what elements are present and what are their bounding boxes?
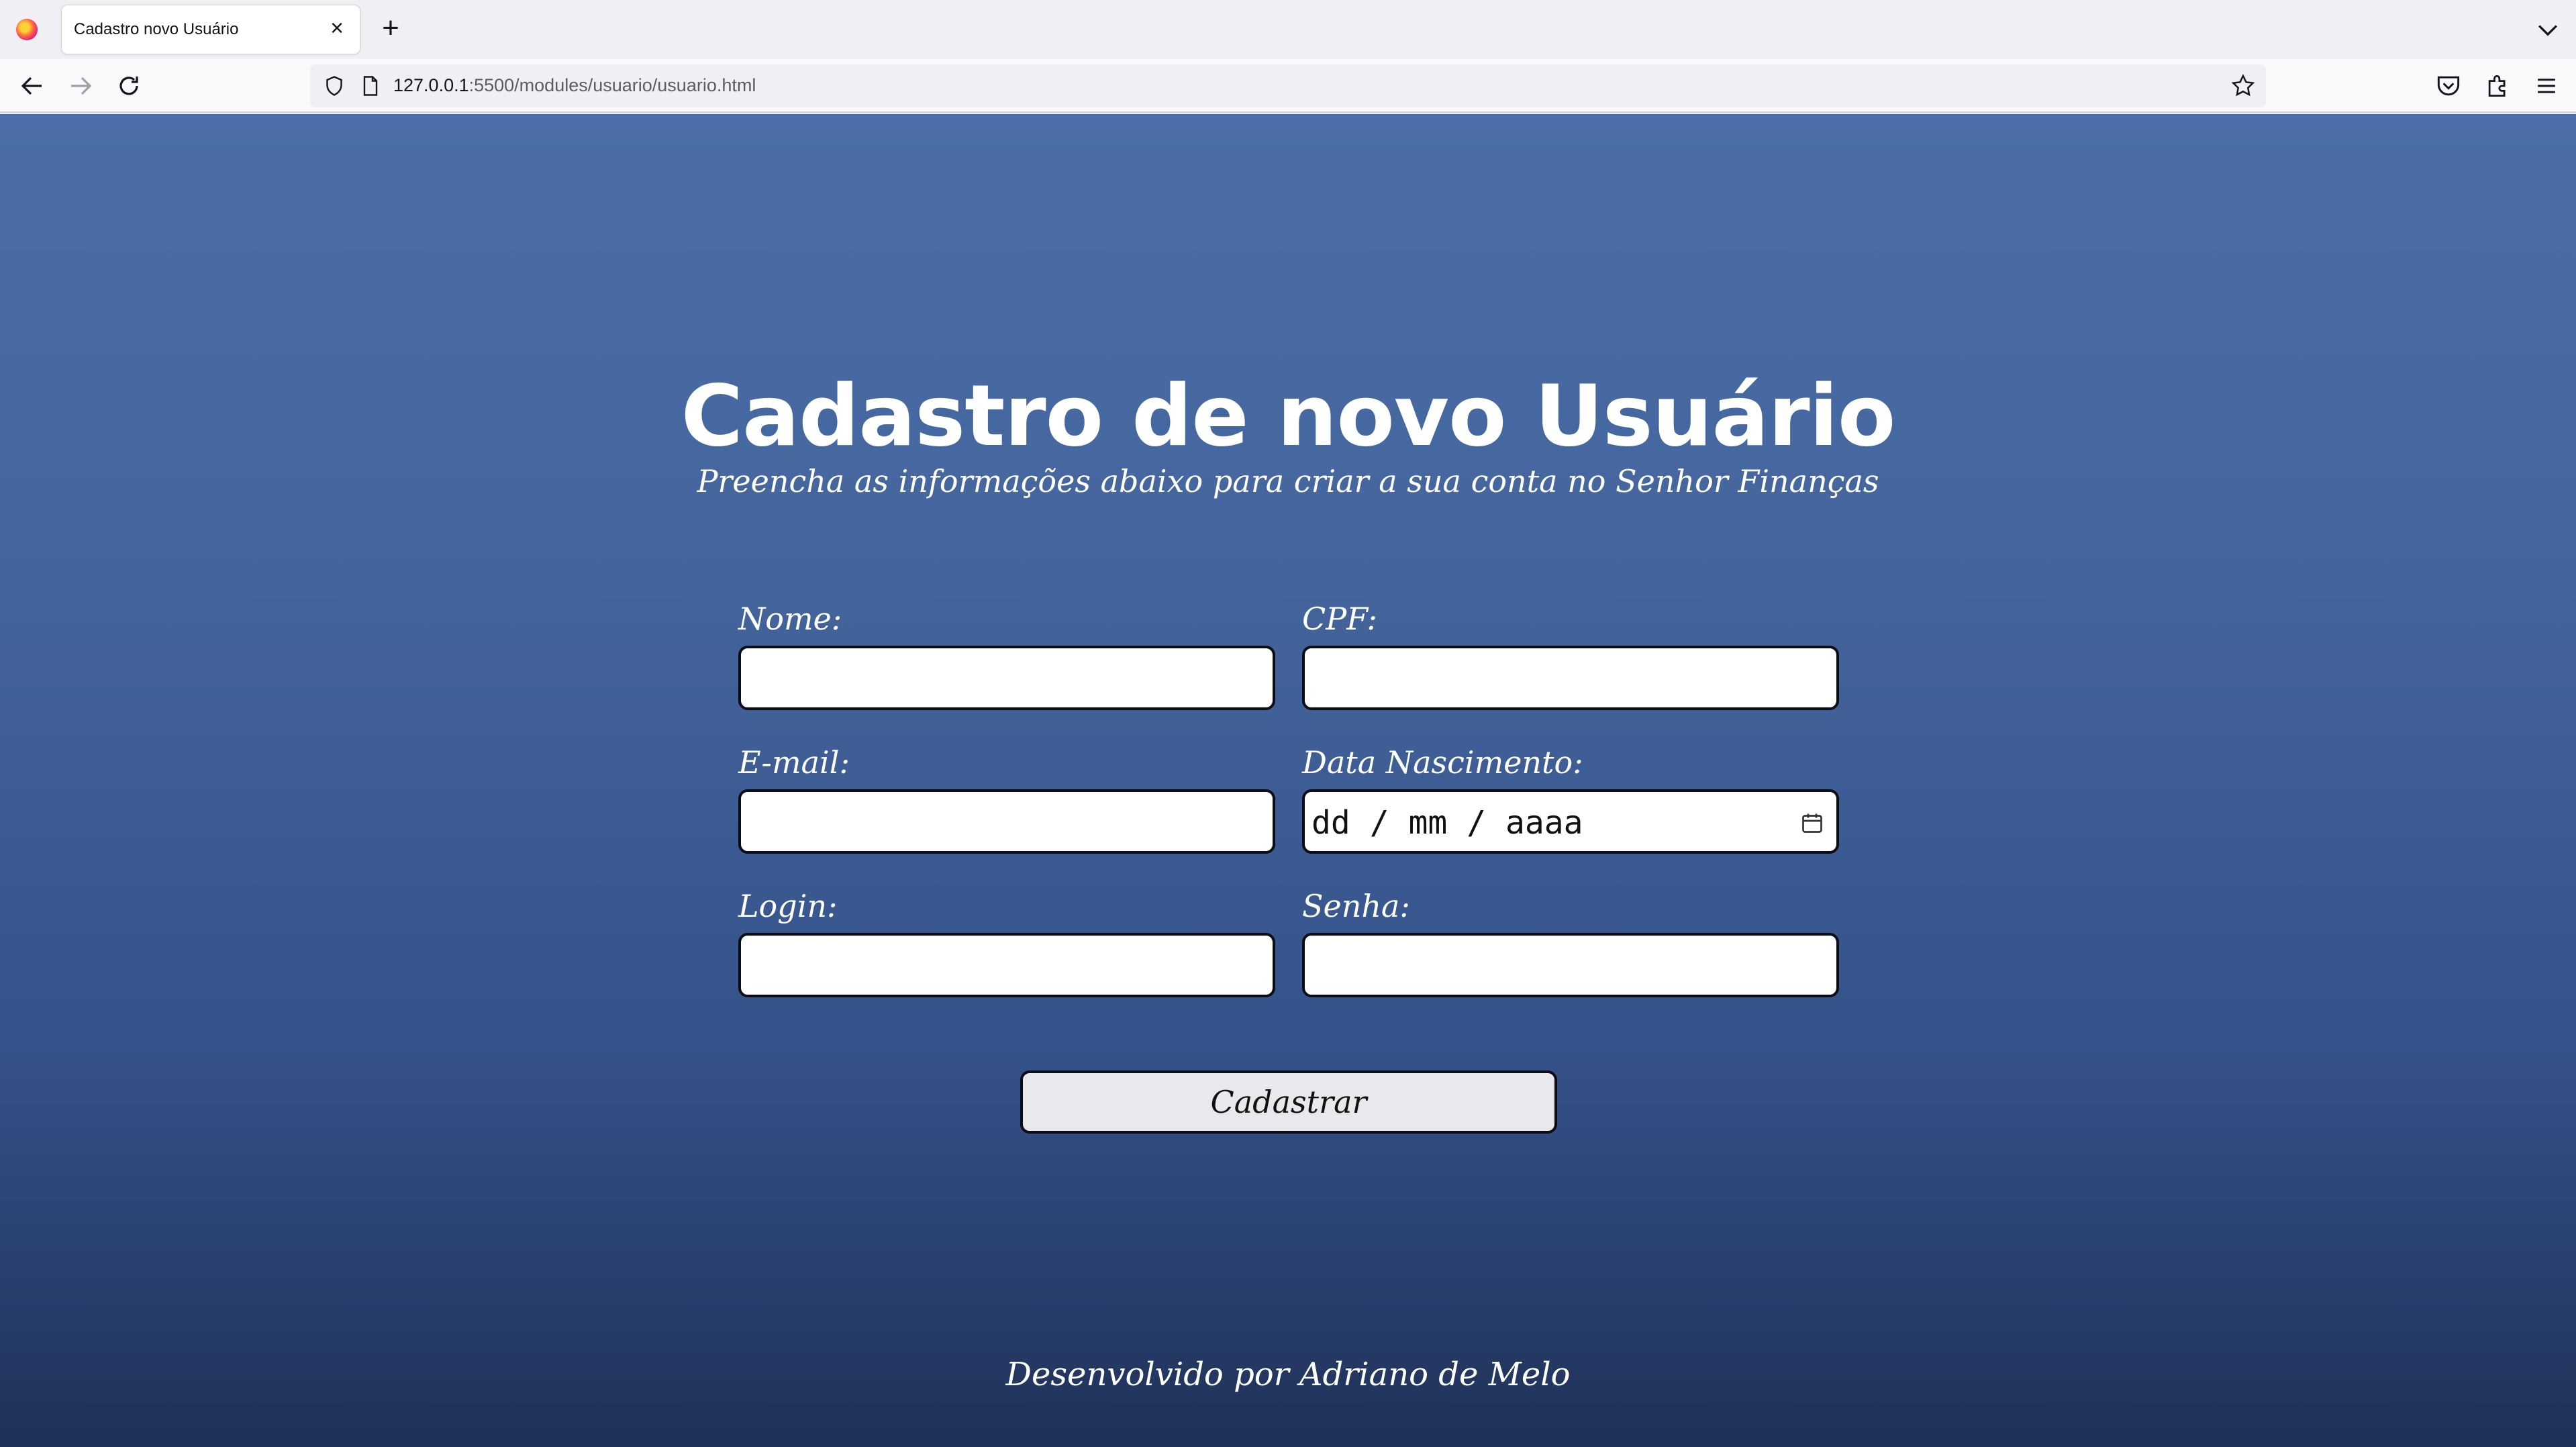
nome-input[interactable] — [738, 646, 1275, 710]
senha-input[interactable] — [1302, 933, 1839, 997]
url-text[interactable]: 127.0.0.1:5500/modules/usuario/usuario.h… — [393, 75, 756, 96]
nome-label: Nome: — [738, 601, 842, 637]
login-field: Login: — [738, 885, 1275, 997]
calendar-icon[interactable] — [1800, 811, 1824, 835]
senha-field: Senha: — [1302, 885, 1839, 997]
cpf-field: CPF: — [1302, 597, 1839, 710]
url-path: :5500/modules/usuario/usuario.html — [468, 75, 756, 95]
page-subtitle: Preencha as informações abaixo para cria… — [697, 463, 1879, 499]
email-field: E-mail: — [738, 741, 1275, 854]
page-title: Cadastro de novo Usuário — [681, 366, 1896, 465]
nascimento-date-input[interactable]: dd / mm / aaaa — [1302, 789, 1839, 854]
login-input[interactable] — [738, 933, 1275, 997]
shield-icon[interactable] — [322, 74, 346, 98]
url-bar[interactable]: 127.0.0.1:5500/modules/usuario/usuario.h… — [310, 64, 2266, 107]
hamburger-menu-icon[interactable] — [2532, 71, 2561, 101]
date-placeholder: dd / mm / aaaa — [1311, 804, 1583, 842]
firefox-logo-icon — [16, 19, 38, 40]
nascimento-field: Data Nascimento: dd / mm / aaaa — [1302, 741, 1839, 854]
senha-label: Senha: — [1302, 888, 1410, 924]
bookmark-star-icon[interactable] — [2230, 72, 2257, 99]
chevron-down-icon[interactable] — [2533, 15, 2563, 44]
nome-field: Nome: — [738, 597, 1275, 710]
extensions-puzzle-icon[interactable] — [2483, 71, 2513, 101]
page-content: Cadastro de novo Usuário Preencha as inf… — [0, 114, 2576, 1447]
login-label: Login: — [738, 888, 838, 924]
cpf-label: CPF: — [1302, 601, 1377, 637]
cpf-input[interactable] — [1302, 646, 1839, 710]
page-info-icon[interactable] — [358, 74, 383, 98]
forward-arrow-icon[interactable] — [64, 70, 97, 102]
nascimento-label: Data Nascimento: — [1302, 744, 1583, 781]
cadastrar-button[interactable]: Cadastrar — [1020, 1070, 1557, 1134]
email-input[interactable] — [738, 789, 1275, 854]
tab-strip: Cadastro novo Usuário × + — [0, 0, 2576, 59]
tab-close-icon[interactable]: × — [324, 15, 350, 42]
navigation-toolbar: 127.0.0.1:5500/modules/usuario/usuario.h… — [0, 59, 2576, 113]
pocket-icon[interactable] — [2434, 71, 2463, 101]
active-tab[interactable]: Cadastro novo Usuário × — [62, 5, 360, 54]
new-tab-button[interactable]: + — [376, 13, 405, 43]
email-label: E-mail: — [738, 744, 850, 781]
footer-credit: Desenvolvido por Adriano de Melo — [1005, 1356, 1571, 1393]
reload-icon[interactable] — [113, 70, 145, 102]
back-arrow-icon[interactable] — [16, 70, 48, 102]
tab-title: Cadastro novo Usuário — [74, 20, 239, 38]
url-host: 127.0.0.1 — [393, 75, 469, 95]
